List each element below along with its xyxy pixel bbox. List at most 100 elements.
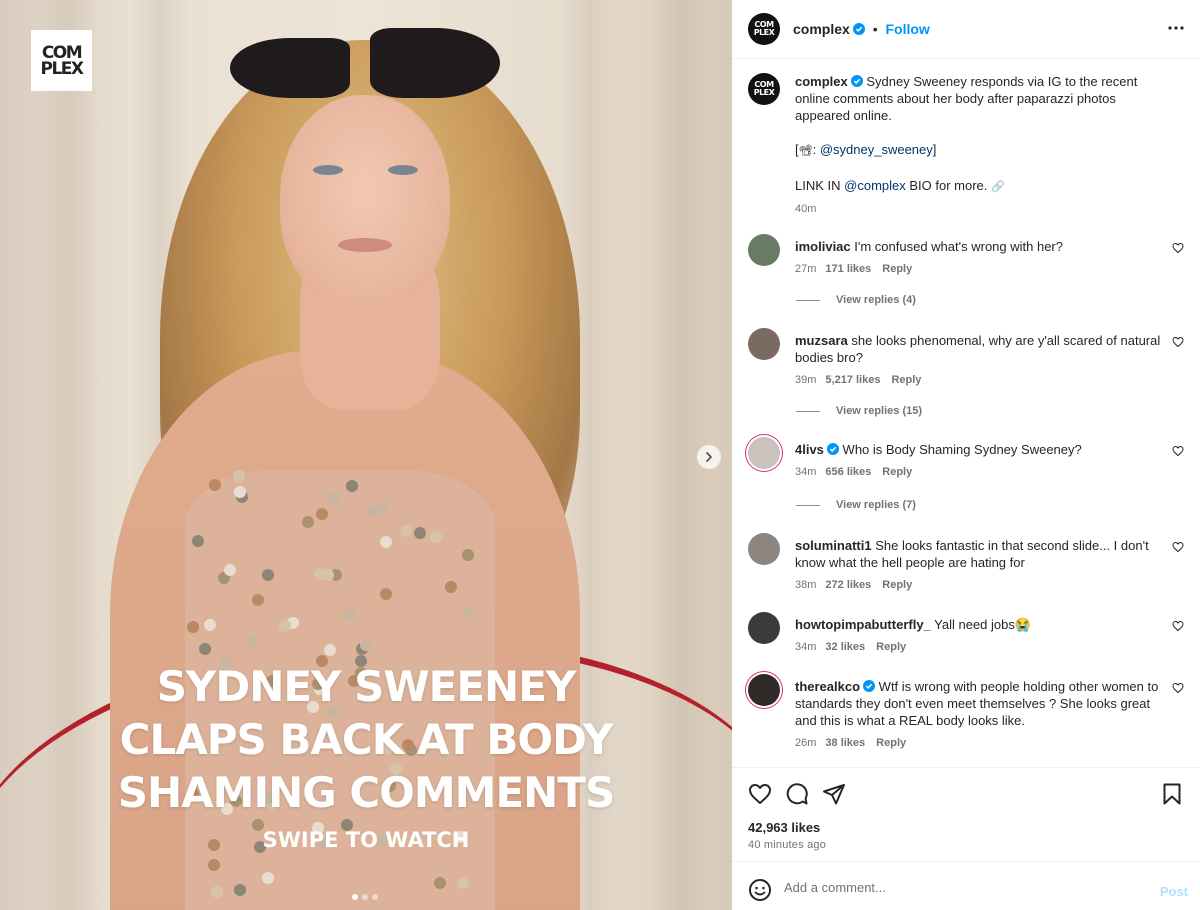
comment-meta: 27m 171 likes Reply [795,261,1165,278]
comment-meta: 26m 38 likes Reply [795,735,1165,752]
dress-sequin [204,619,216,631]
reply-button[interactable]: Reply [882,263,912,275]
commenter-avatar[interactable] [748,533,780,565]
complex-mention-link[interactable]: @complex [844,178,906,193]
post-comment-button[interactable]: Post [1160,884,1188,899]
reply-button[interactable]: Reply [876,641,906,653]
header-author-line: complex • Follow [793,21,930,37]
post-side-panel: COM PLEX complex • Follow COM PLEX compl… [732,0,1200,910]
dress-sequin [400,525,412,537]
caption-avatar[interactable]: COM PLEX [748,73,780,105]
dress-sequin [211,886,223,898]
comment-input[interactable] [784,876,1144,898]
reply-button[interactable]: Reply [891,374,921,386]
media-headline: SYDNEY SWEENEY CLAPS BACK AT BODY SHAMIN… [0,660,732,819]
commenter-avatar[interactable] [748,437,780,469]
dress-sequin [344,609,356,621]
comment-text: Yall need jobs [934,617,1015,632]
dress-sequin [279,620,291,632]
reply-button[interactable]: Reply [876,737,906,749]
reply-button[interactable]: Reply [882,466,912,478]
view-replies-button[interactable]: View replies (7) [796,499,916,511]
swipe-to-watch: SWIPE TO WATCH [262,828,470,852]
verified-badge-icon [863,680,876,692]
commenter-avatar[interactable] [748,328,780,360]
emoji-icon[interactable] [748,878,772,902]
post-media[interactable]: COM PLEX SYDNEY SWEENEY CLAPS BACK AT BO… [0,0,732,910]
dress-sequin [380,588,392,600]
commenter-avatar[interactable] [748,234,780,266]
dress-sequin [302,516,314,528]
comment-icon[interactable] [785,782,809,806]
heart-icon[interactable] [1172,682,1184,694]
view-replies-label: View replies (4) [836,294,916,306]
heart-icon[interactable] [1172,445,1184,457]
comment-likes[interactable]: 656 likes [825,466,871,478]
share-icon[interactable] [822,782,846,806]
post-caption: COM PLEX complex Sydney Sweeney responds… [748,73,1168,223]
comment-likes[interactable]: 5,217 likes [825,374,880,386]
next-slide-button[interactable] [697,445,721,469]
verified-badge-icon [850,75,863,87]
follow-button[interactable]: Follow [886,21,930,37]
comment-time: 34m [795,641,817,653]
carousel-dots [352,894,378,900]
heart-icon[interactable] [1172,620,1184,632]
commenter-avatar[interactable] [748,674,780,706]
dress-sequin [262,872,274,884]
dress-sequin [252,594,264,606]
view-replies-button[interactable]: View replies (15) [796,405,922,417]
bookmark-icon[interactable] [1160,782,1184,806]
dress-sequin [366,506,378,518]
avatar-text: COM PLEX [753,80,775,97]
view-replies-button[interactable]: View replies (4) [796,294,916,306]
dress-sequin [462,549,474,561]
caption-username[interactable]: complex [795,74,848,89]
comment-time: 38m [795,579,817,591]
more-options-icon[interactable] [1167,19,1185,37]
dress-sequin [324,644,336,656]
heart-icon[interactable] [748,782,772,806]
comment-username[interactable]: imoliviac [795,239,851,254]
comment-username[interactable]: howtopimpabutterfly_ [795,617,931,632]
dress-sequin [430,531,442,543]
dress-sequin [199,643,211,655]
dress-sequin [380,536,392,548]
heart-icon[interactable] [1172,336,1184,348]
complex-logo: COM PLEX [31,30,92,91]
comment-time: 26m [795,737,817,749]
comment-username[interactable]: soluminatti1 [795,538,872,553]
dress-sequin [247,635,259,647]
comment-body: muzsara she looks phenomenal, why are y'… [795,332,1165,389]
logo-text: COM PLEX [40,42,84,79]
dress-sequin [462,606,474,618]
comment-likes[interactable]: 272 likes [825,579,871,591]
eye [388,165,418,175]
author-username[interactable]: complex [793,21,850,37]
crying-emoji-icon: 😭 [1014,617,1032,632]
comment-username[interactable]: therealkco [795,679,860,694]
comment-body: soluminatti1 She looks fantastic in that… [795,537,1165,594]
heart-icon[interactable] [1172,242,1184,254]
heart-icon[interactable] [1172,541,1184,553]
comment-username[interactable]: 4livs [795,442,824,457]
credit-mention-link[interactable]: @sydney_sweeney [820,142,933,157]
author-avatar[interactable]: COM PLEX [748,13,780,45]
caption-link-line: LINK IN @complex BIO for more. 🔗 [795,177,1165,196]
eye [313,165,343,175]
view-replies-label: View replies (15) [836,405,923,417]
dress-sequin [192,535,204,547]
dress-sequin [316,508,328,520]
likes-count[interactable]: 42,963 likes [748,820,820,835]
comment-text: I'm confused what's wrong with her? [854,239,1063,254]
commenter-avatar[interactable] [748,612,780,644]
reply-button[interactable]: Reply [882,579,912,591]
comment-text: Who is Body Shaming Sydney Sweeney? [842,442,1082,457]
comment-likes[interactable]: 32 likes [825,641,865,653]
comment-likes[interactable]: 171 likes [825,263,871,275]
dress-sequin [234,884,246,896]
headline-line: SHAMING COMMENTS [117,768,615,817]
comment-username[interactable]: muzsara [795,333,848,348]
comment-likes[interactable]: 38 likes [825,737,865,749]
comments-scroll-area[interactable]: COM PLEX complex Sydney Sweeney responds… [732,60,1200,767]
